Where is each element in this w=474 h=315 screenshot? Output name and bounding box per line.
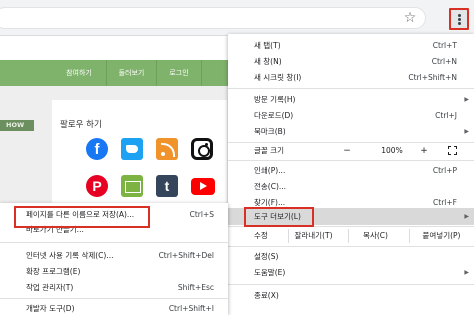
more-tools-highlight: [244, 207, 314, 227]
menu-dot: [458, 22, 461, 25]
menu-item-shortcut: Ctrl+S: [189, 210, 214, 219]
browser-toolbar: ☆: [0, 0, 474, 36]
menu-task-manager[interactable]: 작업 관리자(T) Shift+Esc: [0, 280, 228, 296]
zoom-label: 글꼴 크기: [254, 146, 284, 155]
mail-icon[interactable]: [121, 175, 143, 197]
menu-new-window[interactable]: 새 창(N) Ctrl+N: [228, 54, 474, 70]
cut-button[interactable]: 잘라내기(T): [288, 229, 338, 243]
zoom-out-button[interactable]: −: [334, 143, 360, 159]
menu-item-shortcut: Ctrl+Shift+N: [408, 73, 457, 82]
paste-button[interactable]: 붙여넣기(P): [409, 229, 473, 243]
zoom-in-button[interactable]: +: [412, 143, 436, 159]
menu-clear-browsing-data[interactable]: 인터넷 사용 기록 삭제(C)... Ctrl+Shift+Del: [0, 248, 228, 264]
menu-cast[interactable]: 전송(C)...: [228, 179, 474, 195]
fullscreen-corner: [448, 146, 451, 149]
menu-item-label: 새 창(N): [254, 57, 282, 66]
address-bar[interactable]: [0, 7, 426, 29]
menu-item-label: 설정(S): [254, 252, 279, 261]
nav-login[interactable]: 로그인: [157, 60, 202, 86]
pinterest-icon[interactable]: P: [86, 175, 108, 197]
menu-dot: [458, 14, 461, 17]
menu-item-label: 새 탭(T): [254, 41, 281, 50]
twitter-icon[interactable]: [121, 138, 143, 160]
menu-item-label: 북마크(B): [254, 127, 286, 136]
menu-item-shortcut: Ctrl+Shift+Del: [158, 251, 214, 260]
menu-item-shortcut: Ctrl+Shift+I: [168, 304, 214, 313]
menu-downloads[interactable]: 다운로드(D) Ctrl+J: [228, 108, 474, 124]
menu-item-shortcut: Ctrl+P: [432, 166, 457, 175]
fullscreen-corner: [454, 146, 457, 149]
instagram-icon[interactable]: [191, 138, 213, 160]
facebook-icon[interactable]: f: [86, 138, 108, 160]
follow-widget: 팔로우 하기: [52, 100, 227, 220]
menu-separator: [0, 242, 228, 243]
submenu-arrow-icon: ▶: [464, 128, 469, 135]
follow-title: 팔로우 하기: [60, 120, 102, 130]
menu-print[interactable]: 인쇄(P)... Ctrl+P: [228, 163, 474, 179]
menu-separator: [228, 88, 474, 89]
menu-item-shortcut: Ctrl+N: [431, 57, 457, 66]
star-icon[interactable]: ☆: [402, 10, 418, 26]
submenu-arrow-icon: ▶: [464, 213, 469, 220]
menu-item-label: 작업 관리자(T): [26, 283, 74, 292]
three-dot-menu-button[interactable]: [449, 8, 469, 30]
tumblr-icon[interactable]: t: [156, 175, 178, 197]
menu-help[interactable]: 도움말(E) ▶: [228, 265, 474, 281]
menu-item-label: 인쇄(P)...: [254, 166, 286, 175]
menu-developer-tools[interactable]: 개발자 도구(D) Ctrl+Shift+I: [0, 301, 228, 315]
menu-item-label: 다운로드(D): [254, 111, 294, 120]
menu-extensions[interactable]: 확장 프로그램(E): [0, 264, 228, 280]
menu-item-label: 새 시크릿 창(I): [254, 73, 302, 82]
menu-item-label: 종료(X): [254, 291, 279, 300]
copy-button[interactable]: 복사(C): [348, 229, 402, 243]
menu-item-label: 전송(C)...: [254, 182, 287, 191]
rss-icon[interactable]: [156, 138, 178, 160]
chrome-main-menu: 새 탭(T) Ctrl+T 새 창(N) Ctrl+N 새 시크릿 창(I) C…: [228, 34, 474, 315]
fullscreen-icon[interactable]: [448, 146, 457, 155]
menu-dot: [458, 18, 461, 21]
save-page-highlight: [14, 206, 150, 228]
menu-item-shortcut: Ctrl+J: [435, 111, 457, 120]
menu-item-label: 도움말(E): [254, 268, 286, 277]
menu-separator: [0, 298, 228, 299]
menu-separator: [228, 284, 474, 285]
menu-item-shortcut: Ctrl+T: [432, 41, 457, 50]
fullscreen-corner: [454, 152, 457, 155]
youtube-icon[interactable]: [191, 178, 215, 195]
edit-label: 수정: [254, 231, 268, 240]
menu-new-incognito[interactable]: 새 시크릿 창(I) Ctrl+Shift+N: [228, 70, 474, 86]
menu-separator: [228, 160, 474, 161]
menu-item-label: 확장 프로그램(E): [26, 267, 81, 276]
menu-separator: [228, 246, 474, 247]
fullscreen-corner: [448, 152, 451, 155]
menu-new-tab[interactable]: 새 탭(T) Ctrl+T: [228, 38, 474, 54]
zoom-level: 100%: [381, 146, 403, 155]
submenu-arrow-icon: ▶: [464, 96, 469, 103]
menu-bookmarks[interactable]: 북마크(B) ▶: [228, 124, 474, 140]
nav-browse[interactable]: 둘러보기: [107, 60, 157, 86]
menu-history[interactable]: 방문 기록(H) ▶: [228, 92, 474, 108]
submenu-arrow-icon: ▶: [464, 269, 469, 276]
nav-join[interactable]: 참여하기: [52, 60, 107, 86]
menu-exit[interactable]: 종료(X): [228, 288, 474, 304]
section-badge: HOW: [0, 120, 34, 131]
menu-edit-row: 수정 잘라내기(T) 복사(C) 붙여넣기(P): [228, 228, 474, 244]
menu-item-label: 인터넷 사용 기록 삭제(C)...: [26, 251, 114, 260]
menu-settings[interactable]: 설정(S): [228, 249, 474, 265]
menu-zoom-row: 글꼴 크기 − 100% +: [228, 143, 474, 159]
menu-item-label: 방문 기록(H): [254, 95, 296, 104]
menu-item-label: 개발자 도구(D): [26, 304, 75, 313]
menu-item-shortcut: Shift+Esc: [177, 283, 214, 292]
